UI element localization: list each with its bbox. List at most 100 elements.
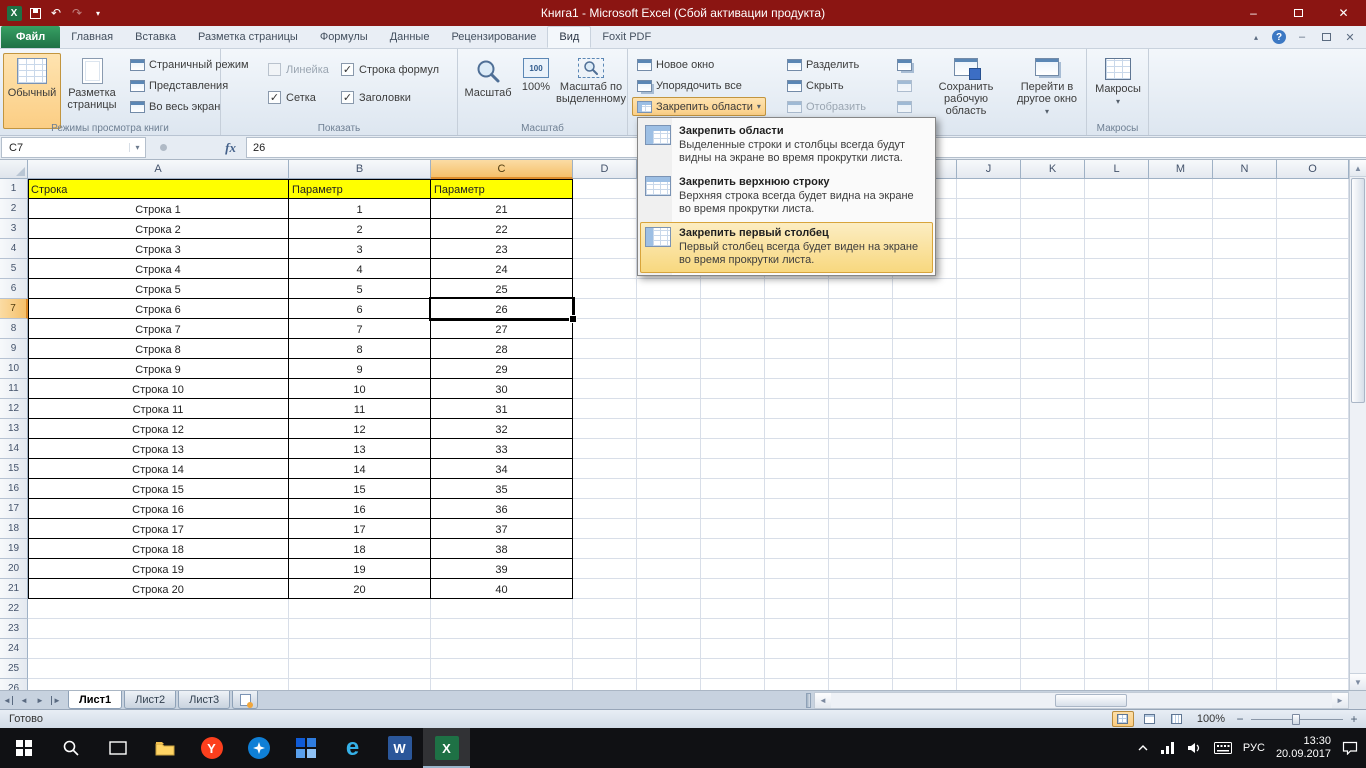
cell-A13[interactable]: Строка 12 bbox=[28, 419, 289, 439]
cell-C20[interactable]: 39 bbox=[431, 559, 573, 579]
cell-C25[interactable] bbox=[431, 659, 573, 679]
cell-M19[interactable] bbox=[1149, 539, 1213, 559]
cell-K4[interactable] bbox=[1021, 239, 1085, 259]
cell-E7[interactable] bbox=[637, 299, 701, 319]
cell-I22[interactable] bbox=[893, 599, 957, 619]
cell-H8[interactable] bbox=[829, 319, 893, 339]
column-header-N[interactable]: N bbox=[1213, 160, 1277, 179]
cell-G21[interactable] bbox=[765, 579, 829, 599]
cell-F12[interactable] bbox=[701, 399, 765, 419]
sheet-tab-Лист3[interactable]: Лист3 bbox=[178, 691, 230, 709]
row-header-22[interactable]: 22 bbox=[0, 599, 28, 619]
cell-O1[interactable] bbox=[1277, 179, 1349, 199]
scroll-up-button[interactable]: ▲ bbox=[1350, 160, 1366, 177]
reset-window-position-button[interactable] bbox=[892, 97, 916, 116]
cell-I26[interactable] bbox=[893, 679, 957, 690]
cell-E23[interactable] bbox=[637, 619, 701, 639]
cell-G14[interactable] bbox=[765, 439, 829, 459]
row-header-10[interactable]: 10 bbox=[0, 359, 28, 379]
cell-G16[interactable] bbox=[765, 479, 829, 499]
name-box[interactable]: C7 ▾ bbox=[1, 137, 146, 158]
excel-app-icon[interactable]: X bbox=[5, 4, 23, 22]
row-header-8[interactable]: 8 bbox=[0, 319, 28, 339]
cell-O10[interactable] bbox=[1277, 359, 1349, 379]
cell-J10[interactable] bbox=[957, 359, 1021, 379]
cell-A20[interactable]: Строка 19 bbox=[28, 559, 289, 579]
cell-J14[interactable] bbox=[957, 439, 1021, 459]
cell-O14[interactable] bbox=[1277, 439, 1349, 459]
volume-button[interactable] bbox=[1187, 741, 1203, 755]
checkbox-Строка формул[interactable]: ✓Строка формул bbox=[341, 63, 439, 76]
row-header-19[interactable]: 19 bbox=[0, 539, 28, 559]
cell-N7[interactable] bbox=[1213, 299, 1277, 319]
cell-C19[interactable]: 38 bbox=[431, 539, 573, 559]
cell-J26[interactable] bbox=[957, 679, 1021, 690]
cell-I18[interactable] bbox=[893, 519, 957, 539]
cell-D26[interactable] bbox=[573, 679, 637, 690]
cell-L3[interactable] bbox=[1085, 219, 1149, 239]
cell-M20[interactable] bbox=[1149, 559, 1213, 579]
save-button[interactable] bbox=[26, 4, 44, 22]
cell-G26[interactable] bbox=[765, 679, 829, 690]
cell-D8[interactable] bbox=[573, 319, 637, 339]
ribbon-tab-вид[interactable]: Вид bbox=[547, 26, 591, 48]
column-header-C[interactable]: C bbox=[431, 160, 573, 179]
cell-G24[interactable] bbox=[765, 639, 829, 659]
cell-C6[interactable]: 25 bbox=[431, 279, 573, 299]
cell-B9[interactable]: 8 bbox=[289, 339, 431, 359]
cell-H14[interactable] bbox=[829, 439, 893, 459]
cell-I17[interactable] bbox=[893, 499, 957, 519]
cell-O25[interactable] bbox=[1277, 659, 1349, 679]
cell-M13[interactable] bbox=[1149, 419, 1213, 439]
cell-E19[interactable] bbox=[637, 539, 701, 559]
cell-F6[interactable] bbox=[701, 279, 765, 299]
cell-O2[interactable] bbox=[1277, 199, 1349, 219]
cell-G19[interactable] bbox=[765, 539, 829, 559]
cell-K1[interactable] bbox=[1021, 179, 1085, 199]
zoom-button[interactable]: Масштаб bbox=[464, 53, 512, 129]
taskbar-search-button[interactable] bbox=[47, 728, 94, 768]
cell-K3[interactable] bbox=[1021, 219, 1085, 239]
row-header-12[interactable]: 12 bbox=[0, 399, 28, 419]
cell-N8[interactable] bbox=[1213, 319, 1277, 339]
close-button[interactable]: ✕ bbox=[1321, 0, 1366, 26]
cell-O11[interactable] bbox=[1277, 379, 1349, 399]
cell-H24[interactable] bbox=[829, 639, 893, 659]
cell-I20[interactable] bbox=[893, 559, 957, 579]
cell-N9[interactable] bbox=[1213, 339, 1277, 359]
cell-J12[interactable] bbox=[957, 399, 1021, 419]
file-explorer-button[interactable] bbox=[141, 728, 188, 768]
sheet-tab-Лист2[interactable]: Лист2 bbox=[124, 691, 176, 709]
excel-taskbar-button[interactable]: X bbox=[423, 728, 470, 768]
cell-K24[interactable] bbox=[1021, 639, 1085, 659]
row-header-17[interactable]: 17 bbox=[0, 499, 28, 519]
cell-O19[interactable] bbox=[1277, 539, 1349, 559]
cell-E22[interactable] bbox=[637, 599, 701, 619]
cell-F10[interactable] bbox=[701, 359, 765, 379]
row-header-14[interactable]: 14 bbox=[0, 439, 28, 459]
cell-N17[interactable] bbox=[1213, 499, 1277, 519]
cell-G25[interactable] bbox=[765, 659, 829, 679]
cell-K17[interactable] bbox=[1021, 499, 1085, 519]
cell-K21[interactable] bbox=[1021, 579, 1085, 599]
cell-J5[interactable] bbox=[957, 259, 1021, 279]
cell-F18[interactable] bbox=[701, 519, 765, 539]
cell-E26[interactable] bbox=[637, 679, 701, 690]
row-header-23[interactable]: 23 bbox=[0, 619, 28, 639]
cell-M22[interactable] bbox=[1149, 599, 1213, 619]
cell-E15[interactable] bbox=[637, 459, 701, 479]
cell-J24[interactable] bbox=[957, 639, 1021, 659]
cell-A21[interactable]: Строка 20 bbox=[28, 579, 289, 599]
cell-O24[interactable] bbox=[1277, 639, 1349, 659]
cell-L8[interactable] bbox=[1085, 319, 1149, 339]
column-header-O[interactable]: O bbox=[1277, 160, 1349, 179]
row-header-11[interactable]: 11 bbox=[0, 379, 28, 399]
cell-G9[interactable] bbox=[765, 339, 829, 359]
cell-K9[interactable] bbox=[1021, 339, 1085, 359]
cell-B6[interactable]: 5 bbox=[289, 279, 431, 299]
cell-N6[interactable] bbox=[1213, 279, 1277, 299]
collapse-ribbon-button[interactable]: ▴ bbox=[1248, 29, 1264, 45]
cell-I23[interactable] bbox=[893, 619, 957, 639]
cell-I6[interactable] bbox=[893, 279, 957, 299]
cell-O3[interactable] bbox=[1277, 219, 1349, 239]
